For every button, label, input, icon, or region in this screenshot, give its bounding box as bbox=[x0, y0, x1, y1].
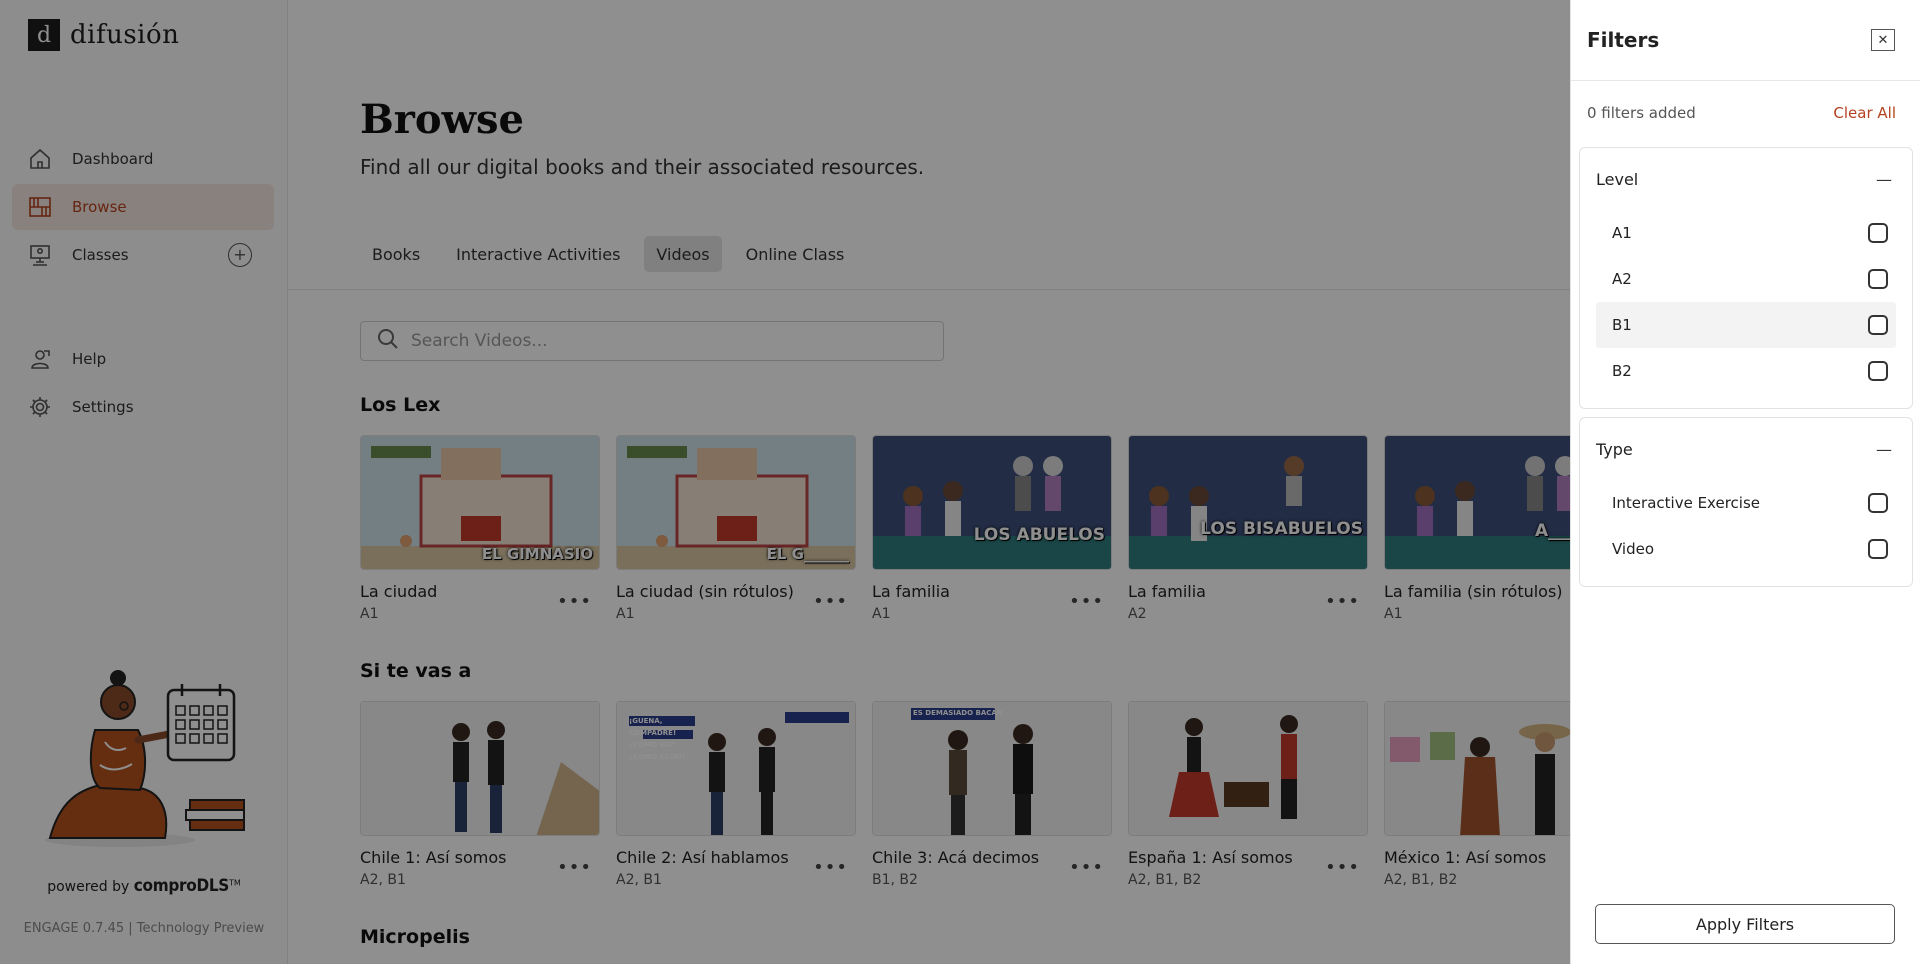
filter-option-a2[interactable]: A2 bbox=[1596, 256, 1896, 302]
panel-divider bbox=[1571, 80, 1920, 81]
close-icon[interactable]: ✕ bbox=[1871, 29, 1895, 51]
filter-option-label: B2 bbox=[1612, 362, 1632, 380]
filters-title: Filters bbox=[1587, 28, 1660, 52]
filter-option-interactive-exercise[interactable]: Interactive Exercise bbox=[1596, 480, 1896, 526]
collapse-icon[interactable]: — bbox=[1876, 170, 1892, 189]
checkbox[interactable] bbox=[1868, 269, 1888, 289]
filter-group-type: Type — Interactive Exercise Video bbox=[1579, 417, 1913, 587]
filter-option-b2[interactable]: B2 bbox=[1596, 348, 1896, 394]
modal-backdrop[interactable] bbox=[0, 0, 1570, 964]
filter-option-label: A1 bbox=[1612, 224, 1632, 242]
filter-group-level: Level — A1 A2 B1 B2 bbox=[1579, 147, 1913, 409]
checkbox[interactable] bbox=[1868, 361, 1888, 381]
collapse-icon[interactable]: — bbox=[1876, 440, 1892, 459]
clear-all-button[interactable]: Clear All bbox=[1833, 104, 1896, 122]
filters-count: 0 filters added bbox=[1587, 104, 1696, 122]
filter-option-label: A2 bbox=[1612, 270, 1632, 288]
filter-option-a1[interactable]: A1 bbox=[1596, 210, 1896, 256]
checkbox[interactable] bbox=[1868, 539, 1888, 559]
filter-option-label: Video bbox=[1612, 540, 1655, 558]
filter-group-label: Level bbox=[1596, 169, 1639, 189]
checkbox[interactable] bbox=[1868, 315, 1888, 335]
filter-option-b1[interactable]: B1 bbox=[1596, 302, 1896, 348]
filters-panel: Filters ✕ 0 filters added Clear All Leve… bbox=[1570, 0, 1920, 964]
filter-option-label: Interactive Exercise bbox=[1612, 494, 1760, 512]
checkbox[interactable] bbox=[1868, 223, 1888, 243]
filter-option-label: B1 bbox=[1612, 316, 1632, 334]
filter-group-label: Type bbox=[1596, 439, 1633, 459]
filter-group-header[interactable]: Type — bbox=[1580, 418, 1912, 480]
apply-filters-button[interactable]: Apply Filters bbox=[1595, 904, 1895, 944]
filter-group-header[interactable]: Level — bbox=[1580, 148, 1912, 210]
checkbox[interactable] bbox=[1868, 493, 1888, 513]
filter-option-video[interactable]: Video bbox=[1596, 526, 1896, 572]
